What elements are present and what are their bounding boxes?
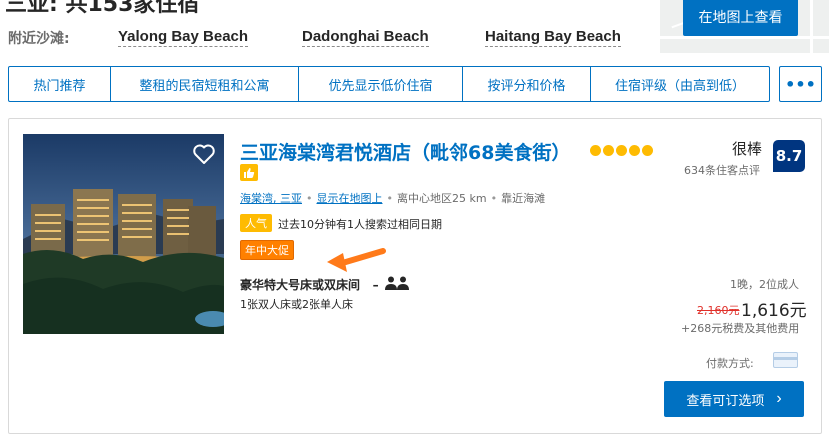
star-icon (590, 145, 601, 156)
sort-entire-homes[interactable]: 整租的民宿短租和公寓 (111, 67, 299, 101)
beach-link-haitang[interactable]: Haitang Bay Beach (485, 28, 621, 47)
star-rating (590, 145, 653, 156)
review-count[interactable]: 634条住客点评 (684, 162, 760, 178)
heart-icon[interactable] (192, 143, 216, 165)
see-availability-button[interactable]: 查看可订选项 › (664, 381, 804, 417)
popular-badge: 人气 (240, 214, 272, 232)
annotation-arrow-icon (327, 248, 386, 272)
separator-dot: • (386, 191, 394, 205)
sort-popular[interactable]: 热门推荐 (9, 67, 111, 101)
cta-label: 查看可订选项 (686, 392, 765, 408)
current-price: 1,616元 (741, 301, 807, 321)
payment-method-label: 付款方式: (706, 357, 754, 370)
sort-review-price[interactable]: 按评分和价格 (463, 67, 591, 101)
beach-note: 靠近海滩 (501, 192, 546, 205)
review-word: 很棒 (732, 140, 763, 158)
sort-lowest-price[interactable]: 优先显示低价住宿 (299, 67, 463, 101)
star-icon (629, 145, 640, 156)
separator-dot: • (306, 191, 313, 205)
sort-star-rating[interactable]: 住宿评级（由高到低） (591, 67, 769, 101)
nearby-beaches-label: 附近沙滩: (8, 31, 70, 47)
show-on-map-button[interactable]: 在地图上查看 (683, 0, 798, 36)
bed-info: 1张双人床或2张单人床 (240, 298, 353, 311)
stay-info: 1晚，2位成人 (730, 278, 799, 291)
taxes-fees: +268元税费及其他费用 (681, 322, 800, 335)
star-icon (603, 145, 614, 156)
sort-bar: 热门推荐 整租的民宿短租和公寓 优先显示低价住宿 按评分和价格 住宿评级（由高到… (8, 66, 770, 102)
two-persons-icon (385, 276, 409, 290)
location-line: 海棠湾, 三亚 • 显示在地图上 • 离中心地区25 km • 靠近海滩 (240, 190, 545, 206)
star-icon (642, 145, 653, 156)
show-on-map-link[interactable]: 显示在地图上 (317, 190, 383, 206)
original-price: 2,160元 (697, 304, 740, 317)
location-link[interactable]: 海棠湾, 三亚 (240, 190, 302, 206)
separator-dot: • (490, 191, 498, 205)
more-sort-options-button[interactable]: ••• (779, 66, 822, 102)
star-icon (616, 145, 627, 156)
room-name: 豪华特大号床或双床间 – (240, 278, 379, 292)
hotel-name-link[interactable]: 三亚海棠湾君悦酒店（毗邻68美食街） (240, 138, 570, 165)
popular-text: 过去10分钟有1人搜索过相同日期 (278, 218, 442, 231)
beach-link-yalong[interactable]: Yalong Bay Beach (118, 28, 249, 47)
promo-badge: 年中大促 (240, 240, 294, 260)
chevron-right-icon: › (776, 390, 782, 407)
page-title: 三亚: 共153家住宿 (5, 0, 200, 17)
beach-link-dadonghai[interactable]: Dadonghai Beach (302, 28, 429, 47)
credit-card-icon (773, 352, 798, 368)
review-score-badge[interactable]: 8.7 (773, 140, 805, 172)
distance-text: 离中心地区25 km (397, 192, 487, 205)
thumbs-up-icon (240, 164, 258, 181)
